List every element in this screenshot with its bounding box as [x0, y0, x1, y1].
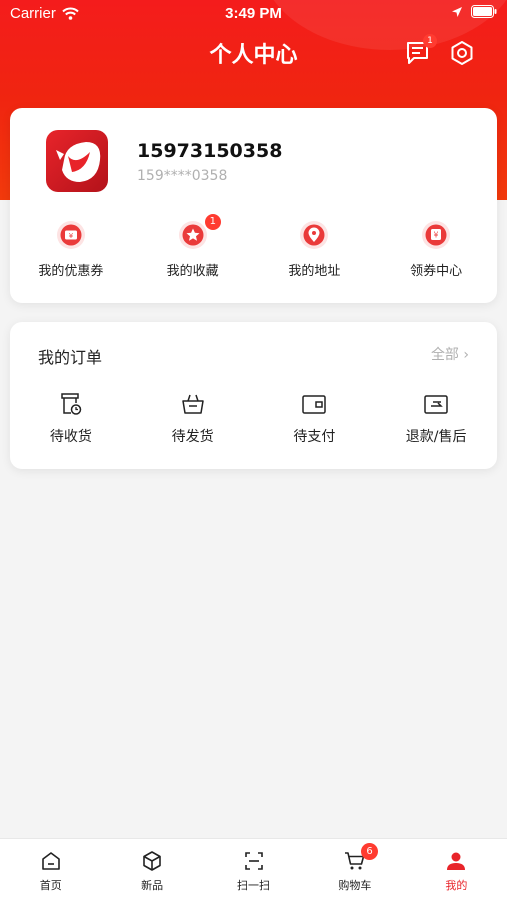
orders-card: 我的订单 全部 › 待收货 待发货 待支付 退款/售后 — [10, 322, 497, 469]
nav-bar: 个人中心 1 — [0, 28, 507, 78]
order-label-to-receive: 待收货 — [49, 429, 92, 445]
chevron-right-icon: › — [463, 347, 469, 363]
tab-new[interactable]: 新品 — [101, 839, 202, 900]
yen-voucher-icon: ¥ — [422, 221, 451, 249]
quick-label-address: 我的地址 — [288, 264, 341, 279]
order-item-to-ship[interactable]: 待发货 — [132, 390, 254, 450]
orders-title: 我的订单 — [38, 348, 103, 367]
user-name: 15973150358 — [137, 140, 283, 162]
tab-cart[interactable]: 6 购物车 — [304, 839, 405, 900]
order-label-refund: 退款/售后 — [405, 429, 467, 445]
status-time: 3:49 PM — [225, 5, 282, 22]
orders-all-label: 全部 — [430, 347, 459, 363]
quick-item-coupon-center[interactable]: ¥ 领券中心 — [375, 220, 497, 290]
order-item-to-receive[interactable]: 待收货 — [10, 390, 132, 450]
cart-badge: 6 — [361, 843, 378, 860]
order-label-to-ship: 待发货 — [171, 429, 214, 445]
user-phone: 159****0358 — [137, 168, 228, 184]
quick-item-favorites[interactable]: 1 我的收藏 — [132, 214, 254, 290]
quick-item-coupons[interactable]: ¥ 我的优惠券 — [10, 220, 132, 290]
status-bar: Carrier 3:49 PM — [0, 0, 507, 28]
profile-card: 15973150358 159****0358 ¥ 我的优惠券 1 我的收藏 我… — [10, 108, 497, 303]
receive-icon — [61, 393, 82, 415]
coupon-icon: ¥ — [56, 221, 85, 249]
message-badge: 1 — [423, 34, 437, 48]
order-item-to-pay[interactable]: 待支付 — [254, 390, 376, 450]
tab-mine[interactable]: 我的 — [406, 839, 507, 900]
tab-label-mine: 我的 — [445, 879, 468, 892]
star-icon — [178, 221, 207, 249]
settings-button[interactable] — [447, 38, 477, 68]
battery-icon — [471, 5, 497, 18]
tab-bar: 首页 新品 扫一扫 6 购物车 我的 — [0, 838, 507, 900]
app-logo — [56, 142, 101, 182]
quick-item-address[interactable]: 我的地址 — [254, 220, 376, 290]
location-pin-icon — [300, 221, 329, 249]
tab-label-home: 首页 — [39, 879, 62, 892]
tab-label-scan: 扫一扫 — [237, 879, 271, 892]
quick-actions: ¥ 我的优惠券 1 我的收藏 我的地址 ¥ 领券中心 — [10, 214, 497, 290]
svg-text:¥: ¥ — [69, 232, 74, 240]
basket-icon — [181, 394, 204, 414]
orders-row: 待收货 待发货 待支付 退款/售后 — [10, 390, 497, 450]
messages-button[interactable]: 1 — [403, 34, 437, 68]
status-right — [451, 5, 497, 18]
quick-label-coupon-center: 领券中心 — [410, 264, 463, 279]
tab-home[interactable]: 首页 — [0, 839, 101, 900]
orders-all-link[interactable]: 全部 › — [431, 344, 469, 364]
wallet-icon — [302, 395, 327, 414]
gear-icon — [451, 41, 473, 65]
location-arrow-icon — [452, 6, 462, 17]
box-icon — [143, 851, 161, 871]
tab-label-cart: 购物车 — [338, 879, 372, 892]
order-label-to-pay: 待支付 — [293, 429, 336, 445]
quick-label-favorites: 我的收藏 — [166, 264, 219, 279]
home-icon — [41, 852, 60, 870]
order-item-refund[interactable]: 退款/售后 — [375, 390, 497, 450]
tab-scan[interactable]: 扫一扫 — [203, 839, 304, 900]
profile-icon — [447, 852, 466, 870]
avatar[interactable] — [46, 130, 108, 192]
favorites-badge: 1 — [204, 214, 221, 230]
tab-label-new: 新品 — [141, 879, 164, 892]
svg-text:¥: ¥ — [434, 231, 439, 240]
scan-icon — [244, 852, 263, 870]
refund-icon — [424, 395, 448, 414]
quick-label-coupons: 我的优惠券 — [38, 264, 104, 279]
